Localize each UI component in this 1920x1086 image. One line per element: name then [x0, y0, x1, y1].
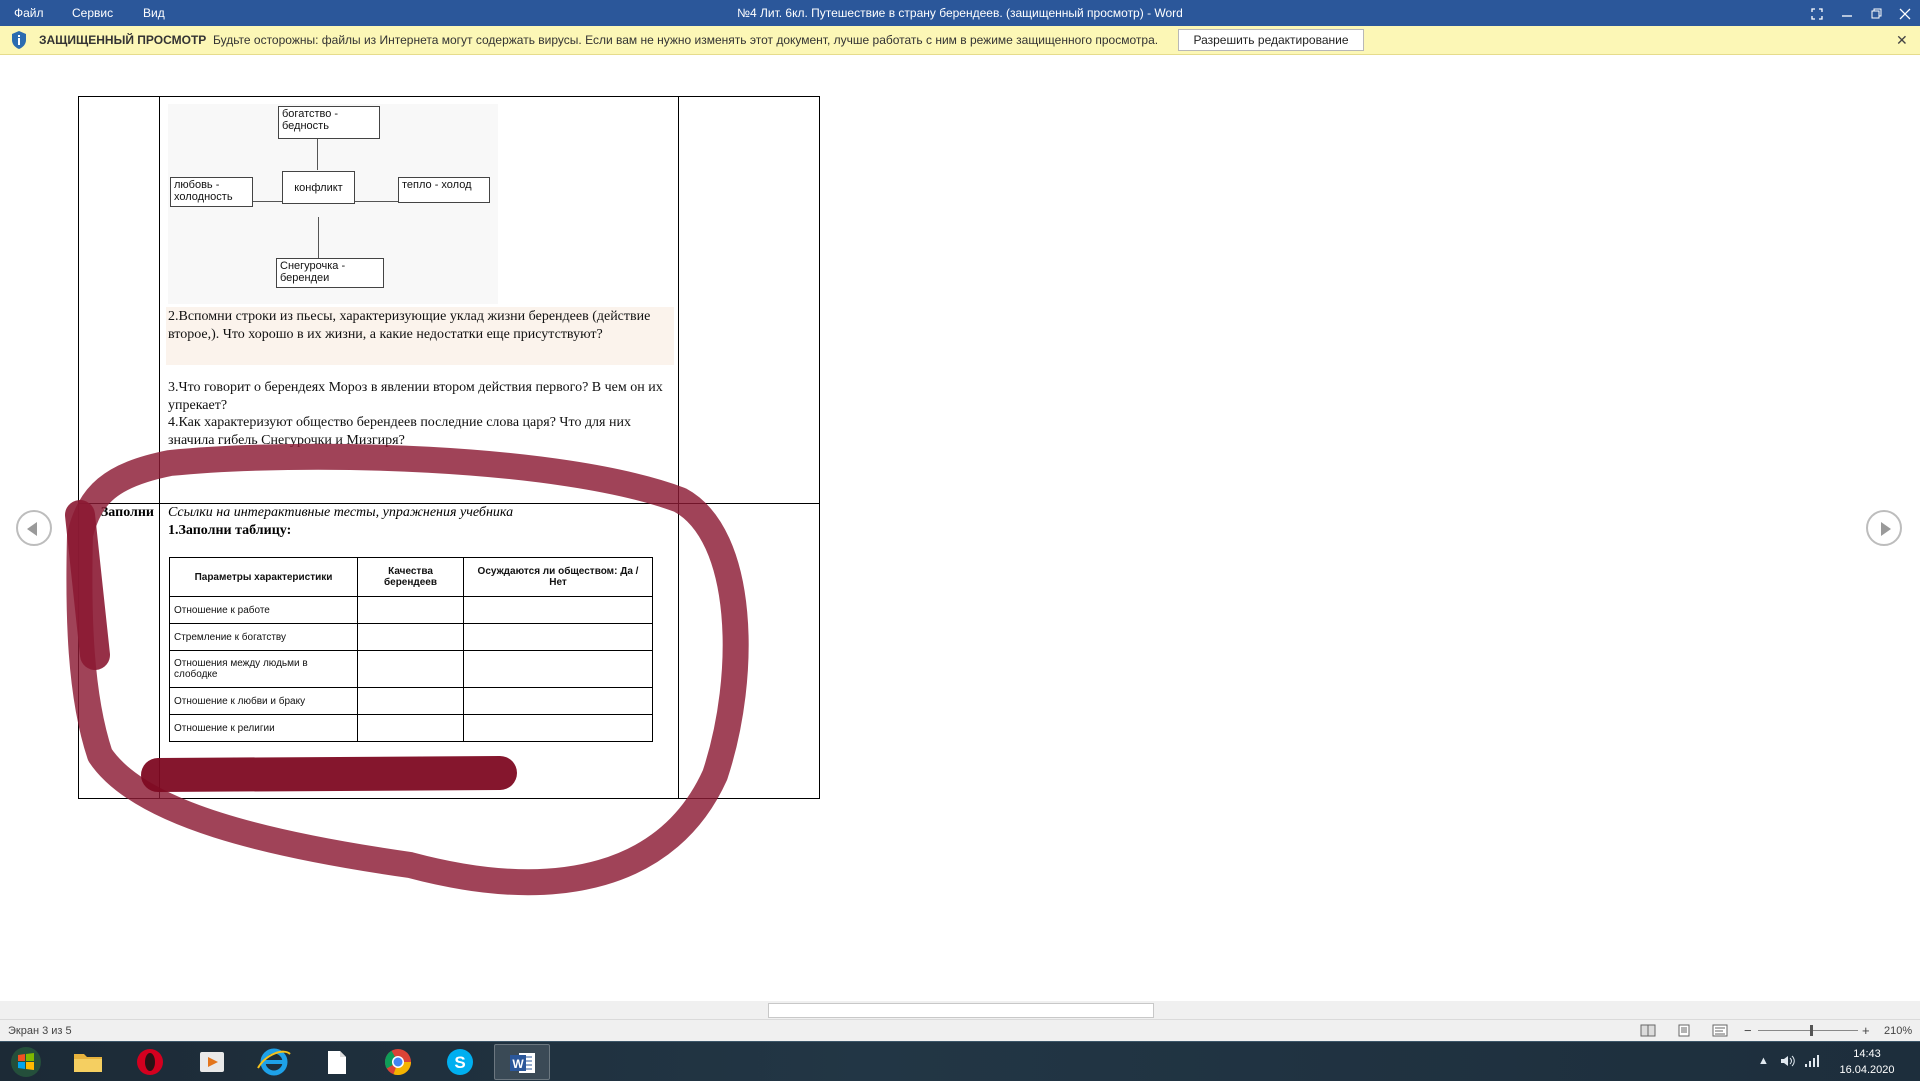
document-page: богатство - бедность конфликт любовь - х… — [78, 96, 820, 799]
minimize-icon[interactable] — [1832, 0, 1862, 26]
previous-screen-button[interactable] — [16, 510, 52, 546]
question-3: 3.Что говорит о берендеях Мороз в явлени… — [168, 380, 663, 413]
system-clock[interactable]: 14:43 16.04.2020 — [1822, 1046, 1912, 1078]
page-info: Экран 3 из 5 — [8, 1025, 72, 1037]
table-cell: Отношения между людьми в слободке — [169, 650, 358, 688]
table-row: Отношение к религии — [169, 714, 653, 742]
taskbar: S W ▲ 14:43 16.04.2020 — [0, 1041, 1920, 1081]
table-header: Качества берендеев — [357, 557, 464, 597]
zoom-out-button[interactable]: − — [1744, 1020, 1752, 1042]
menu-file[interactable]: Файл — [14, 0, 44, 26]
table-cell: Отношение к религии — [169, 714, 358, 742]
chrome-icon — [384, 1049, 411, 1076]
network-icon[interactable] — [1804, 1054, 1820, 1068]
diagram-box-warmth: тепло - холод — [398, 177, 490, 203]
table-cell: Отношение к работе — [169, 596, 358, 624]
media-player-icon — [200, 1052, 224, 1072]
conflict-diagram: богатство - бедность конфликт любовь - х… — [168, 104, 498, 304]
table-cell-empty — [357, 650, 464, 688]
table-cell-empty — [357, 623, 464, 651]
table-cell-empty — [463, 687, 653, 715]
taskbar-explorer[interactable] — [60, 1044, 116, 1080]
read-mode-icon[interactable] — [1640, 1024, 1656, 1037]
protected-view-label: ЗАЩИЩЕННЫЙ ПРОСМОТР — [39, 33, 207, 47]
taskbar-internet-explorer[interactable] — [246, 1044, 302, 1080]
taskbar-document[interactable] — [308, 1044, 364, 1080]
protected-view-message: Будьте осторожны: файлы из Интернета мог… — [213, 33, 1159, 47]
document-area: богатство - бедность конфликт любовь - х… — [0, 55, 1920, 1001]
table-header: Осуждаются ли обществом: Да / Нет — [463, 557, 653, 597]
next-screen-button[interactable] — [1866, 510, 1902, 546]
taskbar-word[interactable]: W — [494, 1044, 550, 1080]
tray-expand-icon[interactable]: ▲ — [1758, 1055, 1769, 1067]
internet-explorer-icon — [257, 1048, 291, 1076]
volume-icon[interactable] — [1780, 1054, 1796, 1068]
menu-view[interactable]: Вид — [143, 0, 165, 26]
table-cell-empty — [357, 687, 464, 715]
restore-icon[interactable] — [1862, 0, 1892, 26]
print-layout-icon[interactable] — [1676, 1024, 1692, 1037]
word-icon: W — [510, 1053, 535, 1073]
menu-service[interactable]: Сервис — [72, 0, 113, 26]
table-cell-empty — [463, 714, 653, 742]
links-text[interactable]: Ссылки на интерактивные тесты, упражнени… — [168, 504, 513, 522]
table-header: Параметры характеристики — [169, 557, 358, 597]
fullscreen-icon[interactable] — [1802, 0, 1832, 26]
protected-view-bar: ЗАЩИЩЕННЫЙ ПРОСМОТР Будьте осторожны: фа… — [0, 26, 1920, 55]
table-row: Стремление к богатству — [169, 623, 653, 651]
table-cell-empty — [357, 714, 464, 742]
opera-icon — [137, 1049, 163, 1075]
diagram-box-conflict: конфликт — [282, 171, 355, 204]
diagram-box-wealth: богатство - бедность — [278, 106, 380, 139]
task-title: 1.Заполни таблицу: — [168, 523, 292, 538]
svg-text:S: S — [454, 1053, 465, 1072]
status-bar: Экран 3 из 5 − + 210% — [0, 1019, 1920, 1042]
table-cell: Стремление к богатству — [169, 623, 358, 651]
skype-icon: S — [447, 1049, 473, 1075]
window-title: №4 Лит. 6кл. Путешествие в страну беренд… — [737, 6, 1183, 20]
table-header-row: Параметры характеристики Качества беренд… — [169, 557, 653, 597]
question-4: 4.Как характеризуют общество берендеев п… — [168, 415, 631, 448]
table-row: Отношение к любви и браку — [169, 687, 653, 715]
diagram-box-snegurochka: Снегурочка - берендеи — [276, 258, 384, 288]
web-layout-icon[interactable] — [1712, 1024, 1728, 1037]
start-button[interactable] — [0, 1044, 52, 1080]
zoom-in-button[interactable]: + — [1862, 1020, 1870, 1042]
folder-icon — [74, 1054, 102, 1072]
zoom-slider[interactable] — [1758, 1030, 1858, 1031]
table-cell-empty — [463, 650, 653, 688]
zoom-level[interactable]: 210% — [1884, 1020, 1912, 1042]
enable-editing-button[interactable]: Разрешить редактирование — [1178, 29, 1364, 51]
table-row: Отношения между людьми в слободке — [169, 650, 653, 688]
scrollbar-thumb[interactable] — [768, 1003, 1154, 1018]
table-cell: Отношение к любви и браку — [169, 687, 358, 715]
clock-date: 16.04.2020 — [1839, 1064, 1895, 1076]
blank-document-icon — [328, 1051, 346, 1074]
close-bar-icon[interactable]: ✕ — [1896, 26, 1908, 54]
taskbar-chrome[interactable] — [370, 1044, 426, 1080]
table-cell-empty — [357, 596, 464, 624]
horizontal-scrollbar[interactable] — [0, 1001, 1920, 1019]
title-bar: Файл Сервис Вид №4 Лит. 6кл. Путешествие… — [0, 0, 1920, 26]
column-divider — [678, 96, 679, 799]
table-row: Отношение к работе — [169, 596, 653, 624]
shield-info-icon — [12, 31, 26, 49]
svg-text:W: W — [512, 1057, 524, 1071]
taskbar-skype[interactable]: S — [432, 1044, 488, 1080]
column-divider — [159, 96, 160, 799]
characteristics-table: Параметры характеристики Качества беренд… — [169, 557, 653, 742]
diagram-box-love: любовь - холодность — [170, 177, 253, 207]
clock-time: 14:43 — [1853, 1048, 1881, 1060]
zoom-slider-thumb[interactable] — [1810, 1025, 1813, 1036]
arrow-right-icon — [1881, 522, 1891, 536]
windows-start-icon — [11, 1047, 41, 1077]
question-2: 2.Вспомни строки из пьесы, характеризующ… — [168, 309, 651, 342]
arrow-left-icon — [27, 522, 37, 536]
table-cell-empty — [463, 623, 653, 651]
row-label: Заполни — [100, 505, 154, 520]
table-cell-empty — [463, 596, 653, 624]
close-icon[interactable] — [1890, 0, 1920, 26]
taskbar-media-player[interactable] — [184, 1044, 240, 1080]
taskbar-opera[interactable] — [122, 1044, 178, 1080]
